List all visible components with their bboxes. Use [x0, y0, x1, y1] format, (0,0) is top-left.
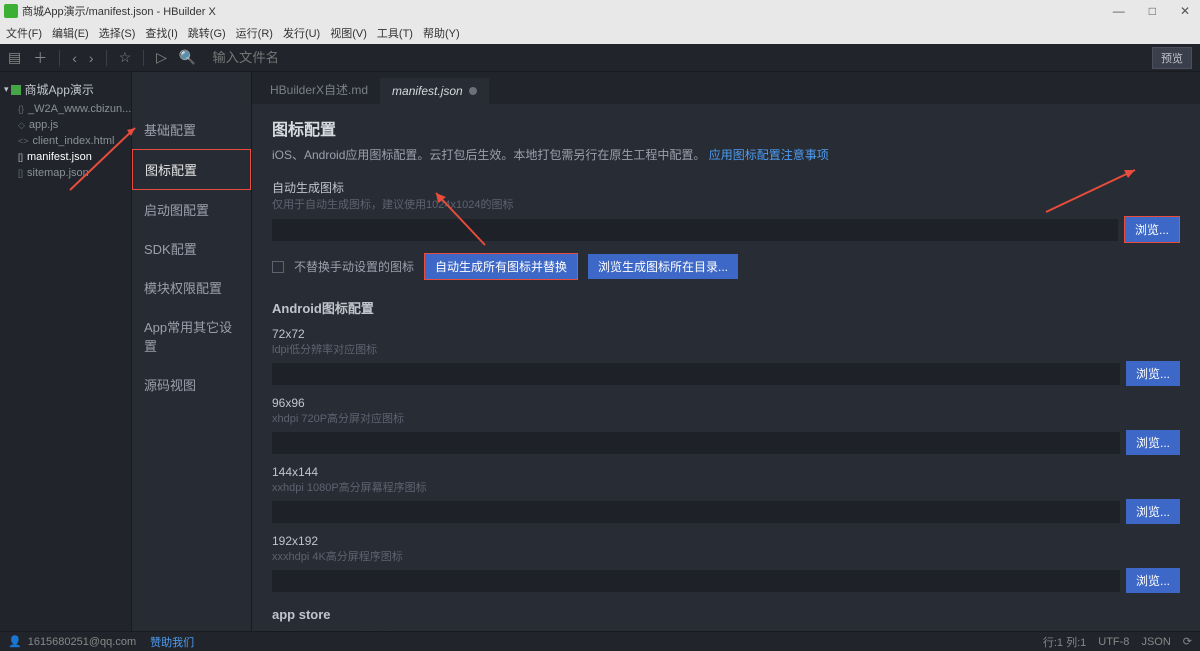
android-96-hint: xhdpi 720P高分屏对应图标 — [272, 410, 1180, 426]
android-heading: Android图标配置 — [272, 298, 1180, 317]
star-icon[interactable]: ☆ — [119, 49, 132, 66]
tab-manifest[interactable]: manifest.json — [380, 78, 489, 104]
browse-gen-dir-button[interactable]: 浏览生成图标所在目录... — [588, 254, 738, 279]
no-replace-checkbox[interactable] — [272, 261, 284, 273]
run-icon[interactable]: ▷ — [156, 49, 167, 66]
explorer-file-w2a[interactable]: {}_W2A_www.cbizun... — [0, 101, 131, 117]
editor-area: HBuilderX自述.md manifest.json 图标配置 iOS、An… — [252, 72, 1200, 631]
menu-select[interactable]: 选择(S) — [99, 25, 136, 41]
menu-help[interactable]: 帮助(Y) — [423, 25, 460, 41]
android-144-input[interactable] — [272, 501, 1120, 523]
dirty-dot-icon — [469, 87, 477, 95]
menu-run[interactable]: 运行(R) — [236, 25, 273, 41]
project-name: 商城App演示 — [25, 81, 94, 98]
menu-find[interactable]: 查找(I) — [145, 25, 177, 41]
nav-splash[interactable]: 启动图配置 — [132, 190, 251, 229]
generate-all-button[interactable]: 自动生成所有图标并替换 — [424, 253, 578, 280]
settings-panel[interactable]: 图标配置 iOS、Android应用图标配置。云打包后生效。本地打包需另行在原生… — [252, 104, 1200, 631]
explorer-toggle-icon[interactable]: ▤ — [8, 49, 21, 66]
chevron-down-icon: ▾ — [4, 84, 9, 95]
file-explorer: ▾ 商城App演示 {}_W2A_www.cbizun... ◇app.js <… — [0, 72, 132, 631]
maximize-button[interactable]: □ — [1143, 4, 1162, 18]
user-icon: 👤 — [8, 635, 22, 648]
menu-view[interactable]: 视图(V) — [330, 25, 367, 41]
status-bar: 👤 1615680251@qq.com 赞助我们 行:1 列:1 UTF-8 J… — [0, 631, 1200, 651]
editor-tabs: HBuilderX自述.md manifest.json — [252, 72, 1200, 104]
no-replace-label: 不替换手动设置的图标 — [294, 258, 414, 275]
sponsor-link[interactable]: 赞助我们 — [150, 634, 194, 650]
window-title: 商城App演示/manifest.json - HBuilder X — [22, 3, 216, 19]
menu-edit[interactable]: 编辑(E) — [52, 25, 89, 41]
nav-basic[interactable]: 基础配置 — [132, 110, 251, 149]
search-icon[interactable]: 🔍 — [179, 49, 196, 66]
back-icon[interactable]: ‹ — [72, 50, 77, 66]
nav-source[interactable]: 源码视图 — [132, 365, 251, 404]
doc-link[interactable]: 应用图标配置注意事项 — [709, 148, 829, 162]
menu-goto[interactable]: 跳转(G) — [188, 25, 226, 41]
nav-sdk[interactable]: SDK配置 — [132, 229, 251, 268]
status-encoding[interactable]: UTF-8 — [1098, 636, 1129, 648]
auto-icon-hint: 仅用于自动生成图标，建议使用1024x1024的图标 — [272, 196, 1180, 212]
status-language[interactable]: JSON — [1141, 636, 1170, 648]
nav-icon[interactable]: 图标配置 — [132, 149, 251, 190]
explorer-file-appjs[interactable]: ◇app.js — [0, 117, 131, 133]
forward-icon[interactable]: › — [89, 50, 94, 66]
status-cursor-pos: 行:1 列:1 — [1043, 634, 1086, 650]
close-button[interactable]: ✕ — [1174, 4, 1196, 18]
minimize-button[interactable]: — — [1107, 4, 1131, 18]
menu-file[interactable]: 文件(F) — [6, 25, 42, 41]
android-192-input[interactable] — [272, 570, 1120, 592]
browse-android-72[interactable]: 浏览... — [1126, 361, 1180, 386]
nav-other[interactable]: App常用其它设置 — [132, 307, 251, 365]
status-user[interactable]: 1615680251@qq.com — [28, 636, 136, 648]
auto-icon-label: 自动生成图标 — [272, 179, 1180, 196]
appstore-heading: app store — [272, 607, 1180, 622]
browse-android-144[interactable]: 浏览... — [1126, 499, 1180, 524]
android-72-label: 72x72 — [272, 327, 1180, 341]
android-192-label: 192x192 — [272, 534, 1180, 548]
menubar: 文件(F) 编辑(E) 选择(S) 查找(I) 跳转(G) 运行(R) 发行(U… — [0, 22, 1200, 44]
explorer-file-sitemap[interactable]: []sitemap.json — [0, 165, 131, 181]
nav-module[interactable]: 模块权限配置 — [132, 268, 251, 307]
page-desc: iOS、Android应用图标配置。云打包后生效。本地打包需另行在原生工程中配置… — [272, 146, 1180, 163]
browse-android-192[interactable]: 浏览... — [1126, 568, 1180, 593]
browse-auto-button[interactable]: 浏览... — [1124, 216, 1180, 243]
titlebar: 商城App演示/manifest.json - HBuilder X — □ ✕ — [0, 0, 1200, 22]
menu-tools[interactable]: 工具(T) — [377, 25, 413, 41]
android-144-hint: xxhdpi 1080P高分屏幕程序图标 — [272, 479, 1180, 495]
toolbar: ▤ ＋ ‹ › ☆ ▷ 🔍 预览 — [0, 44, 1200, 72]
folder-icon — [11, 85, 21, 95]
app-icon — [4, 4, 18, 18]
new-file-icon[interactable]: ＋ — [33, 48, 47, 68]
android-192-hint: xxxhdpi 4K高分屏程序图标 — [272, 548, 1180, 564]
explorer-file-manifest[interactable]: []manifest.json — [0, 149, 131, 165]
explorer-file-client-index[interactable]: <>client_index.html — [0, 133, 131, 149]
android-72-hint: ldpi低分辨率对应图标 — [272, 341, 1180, 357]
explorer-root[interactable]: ▾ 商城App演示 — [0, 78, 131, 101]
search-input[interactable] — [212, 50, 352, 65]
browse-android-96[interactable]: 浏览... — [1126, 430, 1180, 455]
android-96-label: 96x96 — [272, 396, 1180, 410]
settings-side-nav: 基础配置 图标配置 启动图配置 SDK配置 模块权限配置 App常用其它设置 源… — [132, 72, 252, 631]
tab-readme[interactable]: HBuilderX自述.md — [258, 75, 380, 104]
preview-button[interactable]: 预览 — [1152, 47, 1192, 69]
android-96-input[interactable] — [272, 432, 1120, 454]
android-72-input[interactable] — [272, 363, 1120, 385]
sync-icon[interactable]: ⟳ — [1183, 635, 1192, 648]
page-title: 图标配置 — [272, 116, 1180, 140]
android-144-label: 144x144 — [272, 465, 1180, 479]
auto-icon-input[interactable] — [272, 219, 1118, 241]
menu-publish[interactable]: 发行(U) — [283, 25, 320, 41]
